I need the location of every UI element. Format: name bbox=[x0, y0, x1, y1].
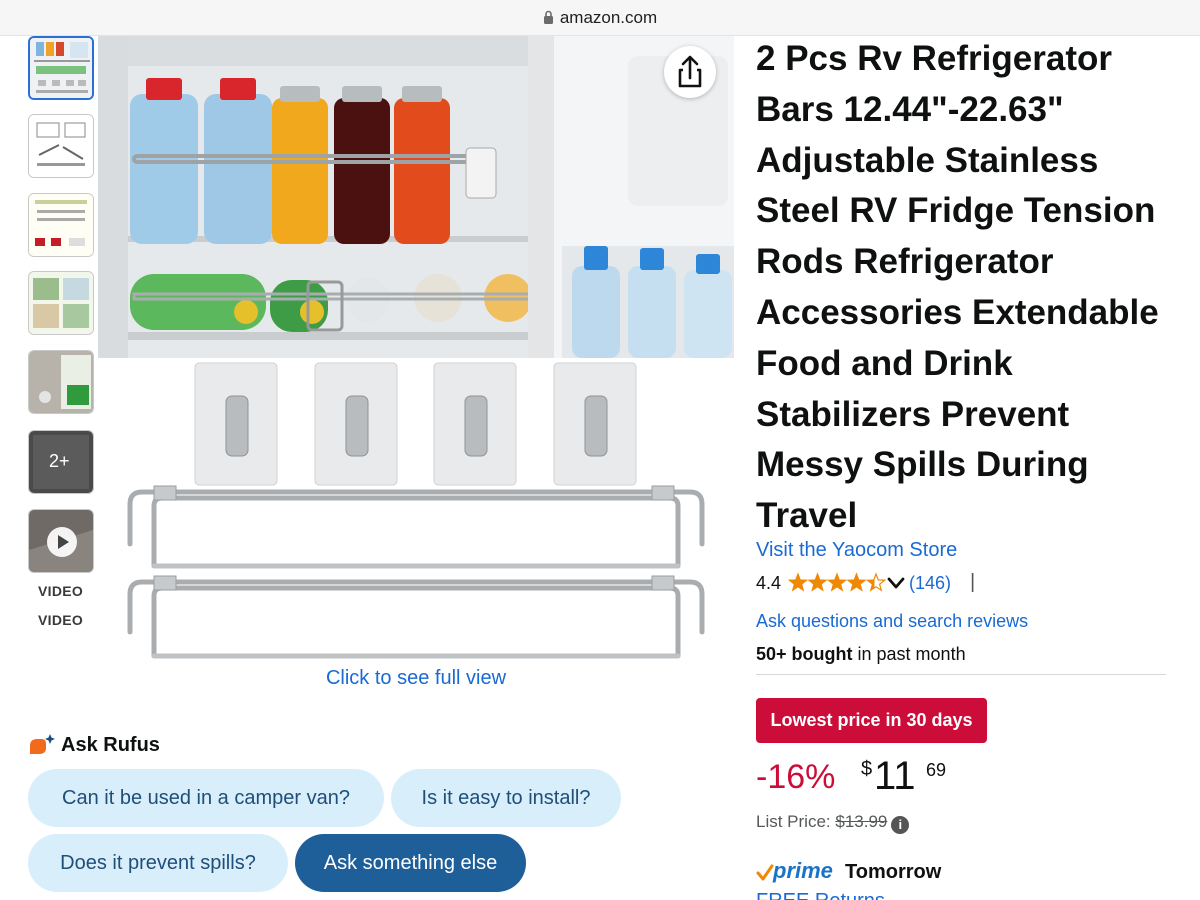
title-line: Steel RV Fridge Tension bbox=[756, 191, 1156, 231]
discount-percent: -16% bbox=[756, 758, 836, 796]
more-images-count: 2+ bbox=[49, 451, 70, 471]
thumbnail-more[interactable]: 2+ bbox=[28, 430, 94, 494]
bought-count: 50+ bought bbox=[756, 644, 853, 664]
list-price: List Price: $13.99 i bbox=[756, 812, 910, 834]
thumbnail-5[interactable] bbox=[28, 350, 94, 414]
video-label-2: VIDEO bbox=[38, 612, 84, 628]
diagram-thumbnail-image bbox=[29, 115, 93, 177]
url-text: amazon.com bbox=[559, 8, 658, 27]
adhesive-hook-3 bbox=[433, 362, 517, 486]
product-title: 2 Pcs Rv Refrigerator Bars 12.44"-22.63"… bbox=[756, 34, 1176, 542]
bought-suffix: in past month bbox=[852, 644, 966, 664]
thumbnail-4[interactable] bbox=[28, 271, 94, 335]
star-4 bbox=[846, 572, 867, 592]
title-line: Adjustable Stainless bbox=[756, 140, 1099, 180]
lock-icon bbox=[543, 10, 553, 24]
rufus-chip-ask-something-else[interactable]: Ask something else bbox=[295, 834, 526, 892]
visit-store-link[interactable]: Visit the Yaocom Store bbox=[756, 539, 957, 562]
product-photo bbox=[98, 36, 734, 676]
rufus-chip-prevent-spills[interactable]: Does it prevent spills? bbox=[28, 834, 288, 892]
list-price-label: List Price: bbox=[756, 812, 836, 831]
rating-separator: | bbox=[970, 571, 976, 593]
share-button[interactable] bbox=[664, 46, 716, 98]
title-line: Stabilizers Prevent bbox=[756, 394, 1070, 434]
star-1 bbox=[788, 572, 809, 592]
star-rating-icon[interactable] bbox=[788, 572, 886, 594]
title-line: Travel bbox=[756, 496, 858, 536]
adhesive-hook-1 bbox=[194, 362, 278, 486]
thumbnail-2[interactable] bbox=[28, 114, 94, 178]
rating-value: 4.4 bbox=[756, 573, 782, 593]
star-2 bbox=[807, 572, 828, 592]
prime-check-icon bbox=[756, 864, 774, 881]
rating-count-link[interactable]: (146) bbox=[909, 573, 951, 594]
url-display[interactable]: amazon.com bbox=[0, 8, 1200, 28]
title-line: 2 Pcs Rv Refrigerator bbox=[756, 39, 1112, 78]
rufus-icon bbox=[30, 734, 55, 754]
rufus-title: Ask Rufus bbox=[61, 734, 160, 756]
title-line: Accessories Extendable bbox=[756, 292, 1159, 332]
thumbnail-3[interactable] bbox=[28, 193, 94, 257]
title-line: Food and Drink bbox=[756, 343, 1013, 383]
fridge-thumbnail-image bbox=[30, 38, 92, 98]
play-icon bbox=[47, 527, 77, 557]
ask-questions-link[interactable]: Ask questions and search reviews bbox=[756, 611, 1028, 632]
share-icon bbox=[678, 55, 702, 88]
price-currency: $ bbox=[861, 758, 873, 780]
video-label: VIDEO bbox=[38, 583, 84, 599]
thumbnail-1[interactable] bbox=[28, 36, 94, 100]
bought-in-past-month: 50+ bought in past month bbox=[756, 644, 966, 665]
main-product-image[interactable] bbox=[98, 36, 734, 676]
adhesive-hook-4 bbox=[553, 362, 637, 486]
prime-logo: prime bbox=[773, 858, 833, 883]
star-3 bbox=[826, 572, 848, 592]
install-thumbnail-image bbox=[29, 351, 93, 413]
delivery-date: Tomorrow bbox=[845, 861, 942, 883]
section-divider bbox=[756, 674, 1166, 675]
uses-thumbnail-image bbox=[29, 272, 93, 334]
deal-badge: Lowest price in 30 days bbox=[756, 698, 987, 743]
title-line: Bars 12.44"-22.63" bbox=[756, 89, 1064, 129]
price-fraction: 69 bbox=[926, 760, 947, 780]
list-price-value: $13.99 bbox=[835, 812, 888, 831]
adhesive-hook-2 bbox=[314, 362, 398, 486]
star-5 bbox=[865, 572, 886, 592]
title-line: Rods Refrigerator bbox=[756, 242, 1054, 282]
thumbnail-video[interactable] bbox=[28, 509, 94, 573]
sizes-thumbnail-image bbox=[29, 194, 93, 256]
price-whole: 11 bbox=[874, 754, 916, 798]
rufus-chip-easy-install[interactable]: Is it easy to install? bbox=[391, 769, 621, 827]
free-returns-text: FREE Returns bbox=[756, 890, 885, 900]
full-view-link[interactable]: Click to see full view bbox=[98, 667, 734, 690]
info-icon[interactable]: i bbox=[891, 816, 910, 834]
chevron-down-icon[interactable] bbox=[886, 575, 906, 591]
title-line: Messy Spills During bbox=[756, 445, 1089, 485]
browser-address-bar[interactable]: amazon.com bbox=[0, 0, 1200, 36]
rufus-chip-camper-van[interactable]: Can it be used in a camper van? bbox=[28, 769, 384, 827]
free-returns-partial[interactable]: FREE Returns bbox=[756, 888, 956, 900]
